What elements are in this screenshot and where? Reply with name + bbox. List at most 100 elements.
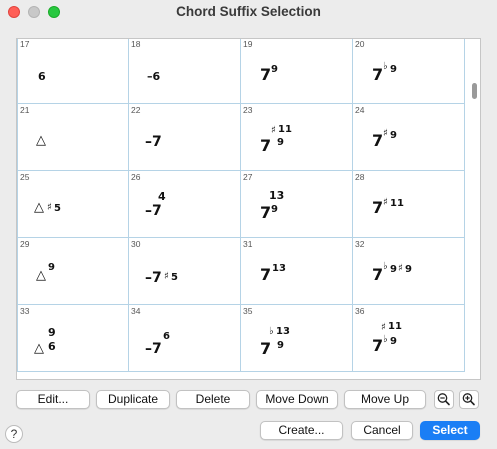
cell-number: 24 bbox=[355, 105, 365, 115]
cell-number: 22 bbox=[131, 105, 141, 115]
cell-number: 21 bbox=[20, 105, 30, 115]
cell-number: 34 bbox=[131, 306, 141, 316]
suffix-cell[interactable]: 32 7 ♭ 9 ♯ 9 bbox=[353, 238, 465, 305]
suffix-cell[interactable]: 33 9 △ 6 bbox=[17, 305, 129, 372]
cell-number: 23 bbox=[243, 105, 253, 115]
suffix-glyph: 9 bbox=[271, 204, 278, 215]
suffix-glyph: 5 bbox=[171, 272, 178, 283]
suffix-glyph: 7 bbox=[260, 136, 272, 155]
suffix-glyph: ♯ bbox=[47, 202, 52, 213]
suffix-glyph: 7 bbox=[260, 65, 272, 84]
zoom-out-button[interactable] bbox=[434, 390, 454, 409]
suffix-glyph: ♯ bbox=[383, 197, 388, 208]
move-down-button[interactable]: Move Down bbox=[256, 390, 338, 409]
suffix-glyph: 13 bbox=[269, 189, 285, 202]
suffix-cell[interactable]: 36 ♯ 11 7 ♭ 9 bbox=[353, 305, 465, 372]
move-up-button[interactable]: Move Up bbox=[344, 390, 426, 409]
cell-number: 27 bbox=[243, 172, 253, 182]
suffix-glyph: ♭ bbox=[269, 326, 274, 337]
suffix-cell[interactable]: 28 7 ♯ 11 bbox=[353, 171, 465, 238]
scrollbar-thumb[interactable] bbox=[472, 83, 477, 99]
suffix-glyph: 11 bbox=[388, 321, 402, 332]
suffix-glyph: ♯ bbox=[398, 263, 403, 274]
suffix-glyph: △ bbox=[34, 200, 44, 215]
suffix-cell[interactable]: 23 7 ♯ 11 9 bbox=[241, 104, 353, 171]
cell-number: 31 bbox=[243, 239, 253, 249]
suffix-cell[interactable]: 31 7 13 bbox=[241, 238, 353, 305]
suffix-cell[interactable]: 24 7 ♯ 9 bbox=[353, 104, 465, 171]
edit-button[interactable]: Edit... bbox=[16, 390, 90, 409]
delete-button[interactable]: Delete bbox=[176, 390, 250, 409]
suffix-glyph: 11 bbox=[278, 124, 292, 135]
suffix-glyph: ♯ bbox=[271, 125, 276, 136]
suffix-glyph: –7 bbox=[145, 134, 162, 150]
suffix-cell[interactable]: 19 7 9 bbox=[241, 39, 353, 104]
suffix-glyph: 13 bbox=[272, 263, 286, 274]
suffix-glyph: 7 bbox=[260, 339, 272, 358]
suffix-glyph: ♯ bbox=[164, 271, 169, 282]
suffix-glyph: –6 bbox=[147, 70, 161, 83]
suffix-glyph: ♭ bbox=[383, 261, 388, 272]
suffix-glyph: 9 bbox=[277, 340, 284, 351]
suffix-cell[interactable]: 27 13 7 9 bbox=[241, 171, 353, 238]
suffix-glyph: ♭ bbox=[383, 61, 388, 72]
suffix-glyph: 9 bbox=[271, 64, 278, 75]
suffix-glyph: 9 bbox=[390, 264, 397, 275]
suffix-glyph: 9 bbox=[405, 264, 412, 275]
suffix-glyph: ♭ bbox=[383, 334, 388, 345]
cancel-button[interactable]: Cancel bbox=[351, 421, 413, 440]
suffix-glyph: 7 bbox=[372, 65, 384, 84]
suffix-glyph: –7 bbox=[145, 270, 162, 286]
suffix-cell[interactable]: 34 –7 6 bbox=[129, 305, 241, 372]
suffix-cell[interactable]: 22 –7 bbox=[129, 104, 241, 171]
suffix-glyph: –7 bbox=[145, 341, 162, 357]
suffix-glyph: 11 bbox=[390, 198, 404, 209]
suffix-glyph: 9 bbox=[390, 64, 397, 75]
zoom-in-button[interactable] bbox=[459, 390, 479, 409]
suffix-cell[interactable]: 17 6 bbox=[17, 39, 129, 104]
cell-number: 25 bbox=[20, 172, 30, 182]
suffix-glyph: 7 bbox=[372, 198, 384, 217]
suffix-glyph: △ bbox=[36, 133, 46, 148]
suffix-grid-panel[interactable]: 17 6 18 –6 19 7 9 20 7 ♭ 9 21 △ 22 –7 23 7 ♯ 11 9 24 7 ♯ 9 25 △ ♯ 5… bbox=[16, 38, 481, 380]
suffix-glyph: 5 bbox=[54, 203, 61, 214]
suffix-glyph: –7 bbox=[145, 203, 162, 219]
suffix-glyph: △ bbox=[34, 341, 44, 356]
suffix-glyph: 9 bbox=[48, 262, 55, 273]
suffix-cell[interactable]: 29 △ 9 bbox=[17, 238, 129, 305]
suffix-glyph: 6 bbox=[48, 340, 56, 353]
suffix-glyph: 13 bbox=[276, 326, 290, 337]
suffix-glyph: 9 bbox=[48, 326, 56, 339]
suffix-glyph: ♯ bbox=[383, 128, 388, 139]
suffix-glyph: △ bbox=[36, 268, 46, 283]
suffix-glyph: 9 bbox=[390, 130, 397, 141]
window-title: Chord Suffix Selection bbox=[176, 4, 321, 19]
zoom-out-icon bbox=[437, 393, 450, 406]
cell-number: 33 bbox=[20, 306, 30, 316]
suffix-cell[interactable]: 26 4 –7 bbox=[129, 171, 241, 238]
suffix-glyph: 7 bbox=[372, 131, 384, 150]
select-button[interactable]: Select bbox=[420, 421, 480, 440]
cell-number: 28 bbox=[355, 172, 365, 182]
suffix-cell[interactable]: 18 –6 bbox=[129, 39, 241, 104]
suffix-cell[interactable]: 21 △ bbox=[17, 104, 129, 171]
cell-number: 26 bbox=[131, 172, 141, 182]
suffix-cell[interactable]: 25 △ ♯ 5 bbox=[17, 171, 129, 238]
zoom-in-icon bbox=[462, 393, 475, 406]
suffix-glyph: 7 bbox=[372, 265, 384, 284]
duplicate-button[interactable]: Duplicate bbox=[96, 390, 170, 409]
suffix-cell[interactable]: 20 7 ♭ 9 bbox=[353, 39, 465, 104]
cell-number: 32 bbox=[355, 239, 365, 249]
suffix-glyph: 6 bbox=[38, 70, 46, 83]
suffix-glyph: 6 bbox=[163, 331, 170, 342]
suffix-cell[interactable]: 30 –7 ♯ 5 bbox=[129, 238, 241, 305]
cell-number: 18 bbox=[131, 39, 141, 49]
suffix-cell[interactable]: 35 ♭ 13 7 9 bbox=[241, 305, 353, 372]
cell-number: 36 bbox=[355, 306, 365, 316]
suffix-glyph: 7 bbox=[260, 265, 272, 284]
cell-number: 29 bbox=[20, 239, 30, 249]
cell-number: 30 bbox=[131, 239, 141, 249]
create-button[interactable]: Create... bbox=[260, 421, 343, 440]
help-button[interactable]: ? bbox=[5, 425, 23, 443]
cell-number: 35 bbox=[243, 306, 253, 316]
